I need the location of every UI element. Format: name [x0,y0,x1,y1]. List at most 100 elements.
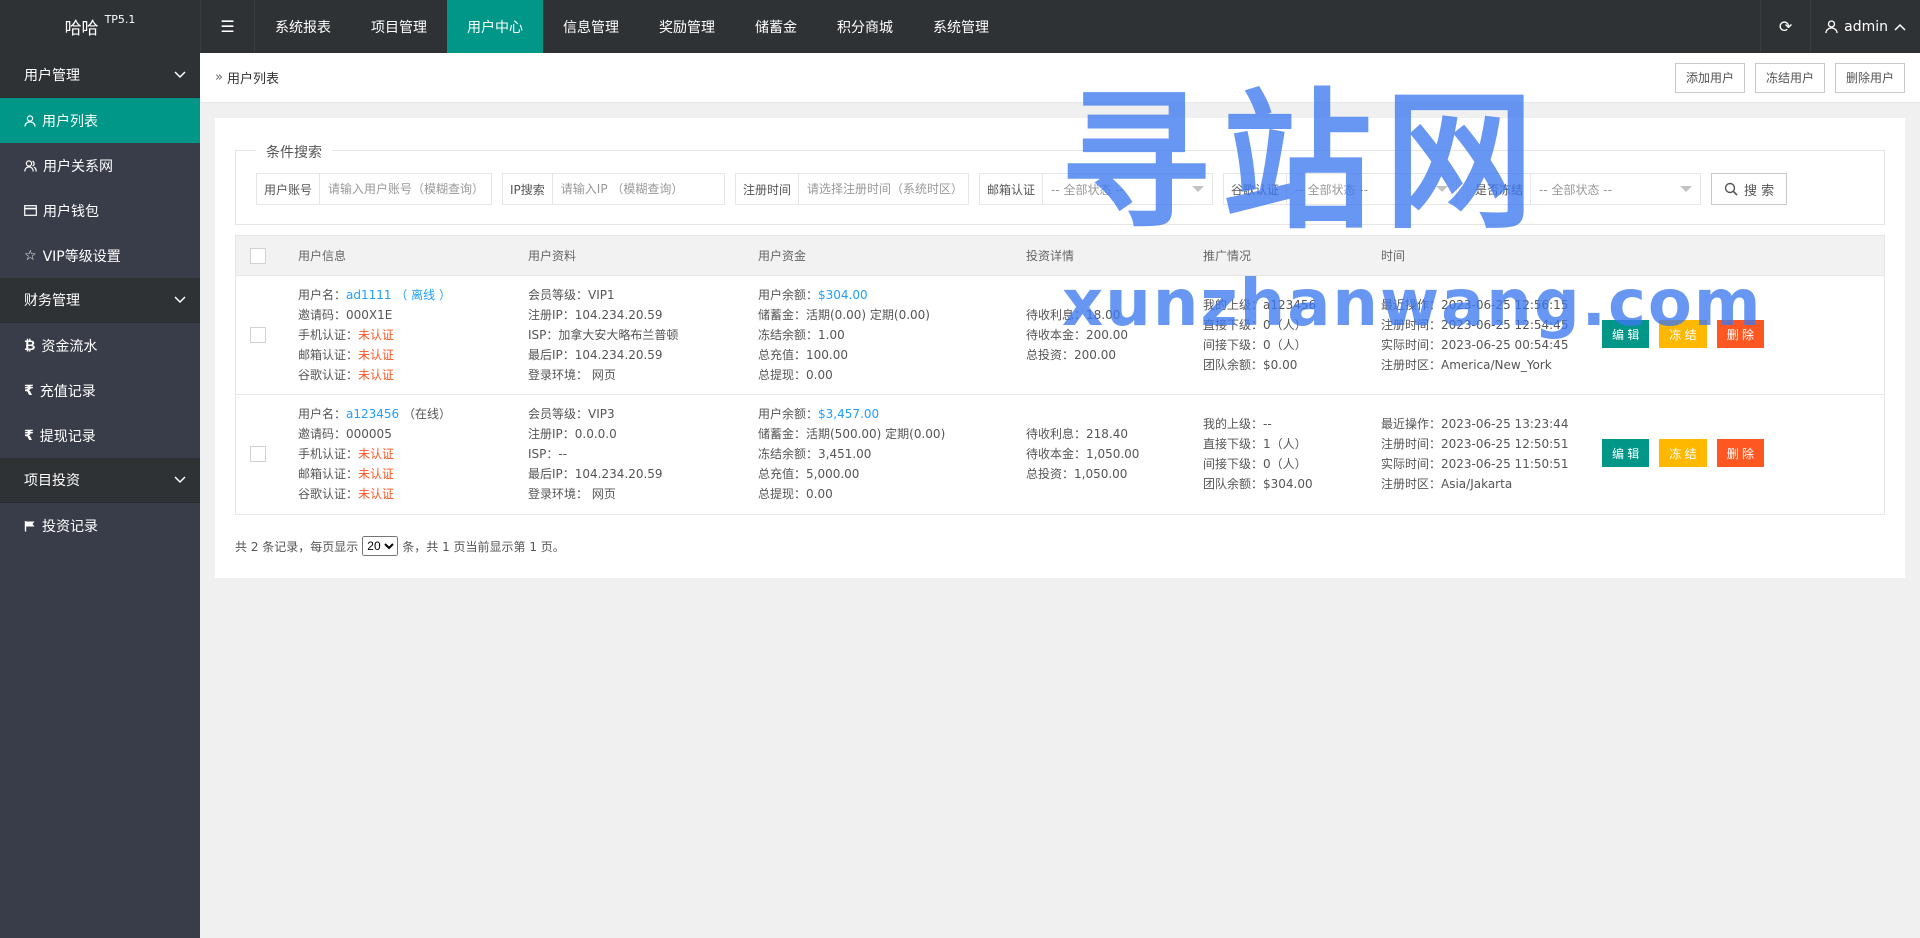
frozen-balance: 冻结余额：1.00 [758,328,845,342]
search-button[interactable]: 搜 索 [1711,173,1788,205]
chevron-up-icon [1894,23,1906,31]
google-auth-label: 谷歌认证： [298,487,359,501]
freeze-user-button[interactable]: 冻结用户 [1754,62,1825,93]
savings: 储蓄金：活期(0.00) 定期(0.00) [758,308,930,322]
user-icon [1825,19,1838,33]
nav-item-info[interactable]: 信息管理 [543,0,639,53]
user-menu[interactable]: admin [1810,0,1920,53]
invite-label: 邀请码： [298,308,347,322]
refresh-icon[interactable]: ⟳ [1760,0,1810,53]
invite-code: 000005 [346,427,392,441]
username-link[interactable]: a123456 [346,407,399,421]
top-header: 哈哈 TP5.1 ☰ 系统报表 项目管理 用户中心 信息管理 奖励管理 储蓄金 … [0,0,1920,53]
frozen-status-select[interactable]: -- 全部状态 -- [1531,174,1700,204]
phone-auth-label: 手机认证： [298,447,359,461]
ip-label: IP搜索 [503,174,553,204]
sidebar-item-label: 资金流水 [41,338,98,355]
search-legend: 条件搜索 [256,142,332,162]
sidebar-group-project-invest[interactable]: 项目投资 [0,458,200,503]
nav-item-rewards[interactable]: 奖励管理 [639,0,735,53]
isp: ISP：加拿大安大略布兰普顿 [528,328,679,342]
username-link[interactable]: ad1111 [346,288,392,302]
logo[interactable]: 哈哈 TP5.1 [0,0,200,53]
delete-user-button[interactable]: 删除用户 [1834,62,1905,93]
online-status: （ 离线 ） [395,288,451,302]
select-all-checkbox[interactable] [250,248,266,264]
sidebar-group-finance[interactable]: 财务管理 [0,278,200,323]
user-funds-cell: 用户余额：$304.00 储蓄金：活期(0.00) 定期(0.00) 冻结余额：… [758,285,930,385]
nav-item-user-center[interactable]: 用户中心 [447,0,543,53]
email-auth-status: 未认证 [358,348,395,362]
invite-label: 邀请码： [298,427,347,441]
sidebar-item-vip-settings[interactable]: ☆ VIP等级设置 [0,233,200,278]
sidebar-item-user-list[interactable]: 用户列表 [0,98,200,143]
last-ip: 最后IP：104.234.20.59 [528,348,663,362]
phone-auth-status: 未认证 [358,328,395,342]
balance-label: 用户余额： [758,288,819,302]
sidebar-group-user-mgmt[interactable]: 用户管理 [0,53,200,98]
add-user-button[interactable]: 添加用户 [1674,62,1745,93]
freeze-button[interactable]: 冻 结 [1659,439,1707,467]
total-recharge: 总充值：5,000.00 [758,467,860,481]
balance-label: 用户余额： [758,407,819,421]
pager-suffix: 条，共 1 页当前显示第 1 页。 [402,539,565,554]
total-invest: 总投资：1,050.00 [1026,467,1128,481]
user-profile-cell: 会员等级：VIP1 注册IP：104.234.20.59 ISP：加拿大安大略布… [528,285,678,385]
th-user-funds: 用户资金 [758,249,807,263]
account-input[interactable] [320,174,491,204]
watermark-logo: 寻站网 [1060,76,1547,250]
sidebar-item-label: VIP等级设置 [42,248,121,265]
sidebar-item-recharge[interactable]: ₹ 充值记录 [0,368,200,413]
register-timezone: 注册时区：America/New_York [1381,358,1552,372]
regtime-search-field: 注册时间 [735,173,969,205]
row-checkbox[interactable] [250,446,266,462]
nav-item-reports[interactable]: 系统报表 [255,0,351,53]
nav-item-system[interactable]: 系统管理 [913,0,1009,53]
th-user-profile: 用户资料 [528,249,577,263]
google-auth-status: 未认证 [358,487,395,501]
user-funds-cell: 用户余额：$3,457.00 储蓄金：活期(500.00) 定期(0.00) 冻… [758,404,945,504]
toolbar-actions: 添加用户 冻结用户 删除用户 [1674,62,1920,93]
direct-subordinates: 直接下级：1（人） [1203,437,1307,451]
regtime-input[interactable] [799,174,968,204]
sidebar-item-invest-records[interactable]: 投资记录 [0,503,200,548]
phone-auth-status: 未认证 [358,447,395,461]
edit-button[interactable]: 编 辑 [1602,439,1650,467]
row-checkbox[interactable] [250,327,266,343]
nav-item-savings[interactable]: 储蓄金 [735,0,817,53]
wallet-icon [24,205,37,216]
sidebar-group-label: 财务管理 [24,293,80,309]
search-row: 用户账号 IP搜索 注册时间 邮箱认证 -- 全部状态 -- 谷歌认证 [256,173,1788,205]
total-withdraw: 总提现：0.00 [758,368,833,382]
invest-cell: 待收利息：218.40 待收本金：1,050.00 总投资：1,050.00 [1026,424,1139,484]
online-status: （在线） [403,407,452,421]
sidebar-item-user-network[interactable]: 用户关系网 [0,143,200,188]
sidebar-item-withdraw[interactable]: ₹ 提现记录 [0,413,200,458]
sidebar-item-label: 用户钱包 [43,203,99,220]
sidebar-item-label: 用户列表 [42,113,98,130]
sidebar-item-user-wallet[interactable]: 用户钱包 [0,188,200,233]
breadcrumb-current[interactable]: 用户列表 [227,68,279,87]
search-icon [1724,182,1738,196]
nav-item-projects[interactable]: 项目管理 [351,0,447,53]
parent-user: 我的上级：-- [1203,417,1272,431]
last-operation: 最近操作：2023-06-25 13:23:44 [1381,417,1569,431]
email-auth-label: 邮箱认证： [298,467,359,481]
email-auth-status: 未认证 [358,467,395,481]
member-level: 会员等级：VIP1 [528,288,615,302]
rupee-icon: ₹ [24,427,34,444]
th-user-info: 用户信息 [298,249,347,263]
sidebar-item-label: 充值记录 [39,383,96,400]
last-ip: 最后IP：104.234.20.59 [528,467,663,481]
sidebar-item-fund-flow[interactable]: ₿ 资金流水 [0,323,200,368]
ip-search-field: IP搜索 [502,173,725,205]
page-size-select[interactable]: 20 [362,536,399,556]
menu-toggle-icon[interactable]: ☰ [200,0,255,53]
nav-item-points-mall[interactable]: 积分商城 [817,0,913,53]
username-label: 用户名： [298,288,347,302]
ip-input[interactable] [552,174,718,204]
chevron-down-icon [174,71,186,79]
delete-button[interactable]: 删 除 [1716,439,1765,467]
brand-version: TP5.1 [104,13,136,26]
team-balance: 团队余额：$0.00 [1203,358,1298,372]
